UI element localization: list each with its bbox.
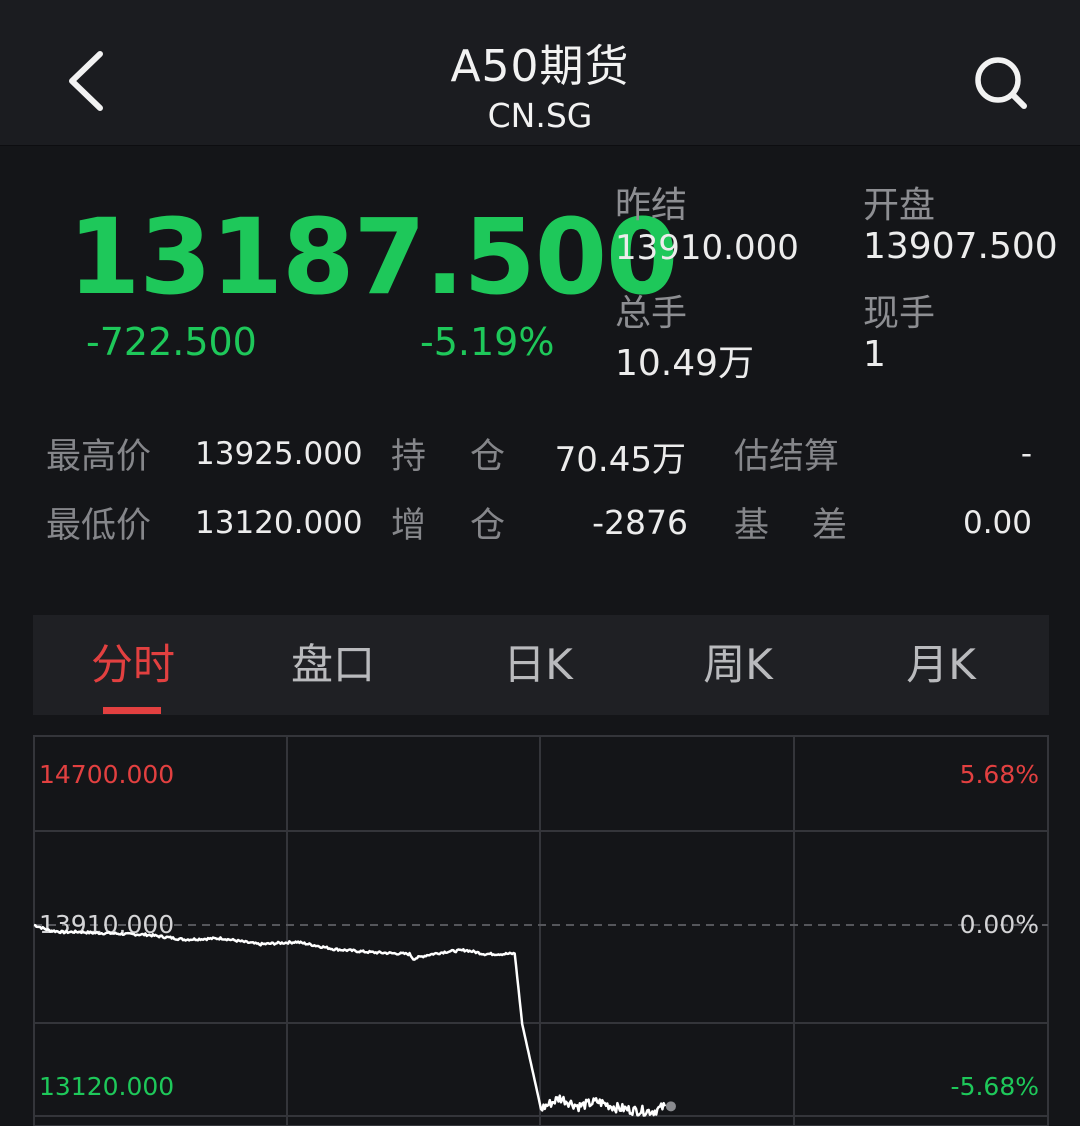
tab-intraday[interactable]: 分时 [73, 615, 193, 715]
open-label: 开盘 [863, 185, 936, 226]
navigation-header: A50期货 CN.SG [0, 0, 1080, 146]
est-settle-label: 估结算 [734, 437, 840, 477]
last-lot-label: 现手 [863, 293, 936, 334]
chart-tab-bar: 分时 盘口 日K 周K 月K [33, 615, 1049, 715]
prev-settle-label: 昨结 [615, 185, 688, 226]
tab-daily-k[interactable]: 日K [478, 615, 598, 715]
basis-value: 0.00 [962, 505, 1032, 541]
search-icon [975, 57, 1027, 109]
tab-monthly-k[interactable]: 月K [881, 615, 1001, 715]
open-interest-label-a: 持 [391, 437, 427, 477]
last-price: 13187.500 [68, 196, 678, 318]
y-tick-label-right: 0.00% [960, 910, 1039, 939]
search-button[interactable] [966, 50, 1036, 120]
low-label: 最低价 [46, 506, 152, 546]
basis-label-b: 差 [812, 506, 848, 546]
high-value: 13925.000 [195, 436, 363, 472]
last-price-marker [665, 1101, 676, 1112]
price-change: -722.500 [86, 320, 257, 364]
oi-change-value: -2876 [592, 503, 688, 542]
y-tick-label-right: 5.68% [960, 760, 1039, 789]
open-interest-value: 70.45万 [554, 440, 686, 480]
futures-quote-screen: A50期货 CN.SG 13187.500 -722.500 -5.19% 昨结… [0, 0, 1080, 1126]
y-tick-label-right: -5.68% [951, 1072, 1039, 1101]
open-interest-label-b: 仓 [470, 437, 506, 477]
basis-label-a: 基 [734, 506, 770, 546]
y-tick-label-left: 14700.000 [39, 760, 174, 789]
active-tab-indicator [103, 707, 161, 714]
instrument-code: CN.SG [487, 96, 593, 135]
last-lot-value: 1 [863, 334, 886, 375]
page-title: A50期货 [450, 41, 630, 92]
tab-order-book[interactable]: 盘口 [273, 615, 393, 715]
oi-change-label-a: 增 [391, 506, 427, 546]
volume-value: 10.49万 [615, 343, 755, 384]
open-value: 13907.500 [863, 226, 1058, 267]
prev-settle-value: 13910.000 [615, 228, 799, 268]
y-tick-label-left: 13120.000 [39, 1072, 174, 1101]
low-value: 13120.000 [195, 505, 363, 541]
price-change-percent: -5.19% [420, 320, 555, 364]
tab-weekly-k[interactable]: 周K [678, 615, 798, 715]
high-label: 最高价 [46, 437, 152, 477]
volume-label: 总手 [615, 293, 688, 334]
est-settle-value: - [1020, 436, 1032, 472]
oi-change-label-b: 仓 [470, 506, 506, 546]
intraday-chart[interactable]: 14700.00013910.00013120.0005.68%0.00%-5.… [33, 735, 1049, 1126]
